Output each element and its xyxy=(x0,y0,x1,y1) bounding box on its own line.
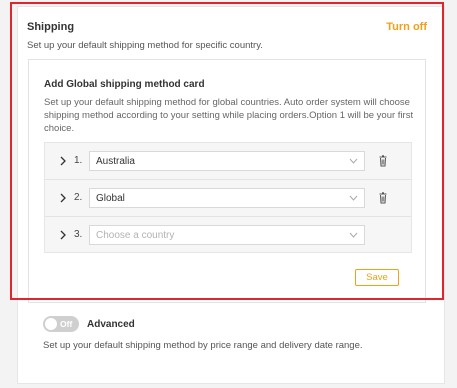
chevron-right-icon[interactable] xyxy=(58,229,68,241)
section-description: Set up your default shipping method for … xyxy=(27,40,263,51)
save-button[interactable]: Save xyxy=(355,269,399,286)
global-shipping-card: Add Global shipping method card Set up y… xyxy=(28,59,426,303)
row-number: 1. xyxy=(74,155,83,166)
toggle-knob xyxy=(45,318,57,330)
advanced-toggle[interactable]: Off xyxy=(43,316,79,332)
chevron-down-icon xyxy=(349,195,358,201)
trash-icon[interactable] xyxy=(378,192,388,204)
shipping-row: 3. Choose a country xyxy=(45,217,411,254)
section-title: Shipping xyxy=(27,21,75,33)
country-select-placeholder: Choose a country xyxy=(96,230,175,241)
chevron-down-icon xyxy=(349,232,358,238)
country-select-value: Australia xyxy=(96,156,135,167)
turn-off-link[interactable]: Turn off xyxy=(386,21,427,33)
advanced-description: Set up your default shipping method by p… xyxy=(43,340,363,351)
advanced-label: Advanced xyxy=(87,319,135,330)
country-select-value: Global xyxy=(96,193,125,204)
chevron-right-icon[interactable] xyxy=(58,155,68,167)
toggle-label: Off xyxy=(60,319,73,329)
row-number: 3. xyxy=(74,229,83,240)
country-select[interactable]: Global xyxy=(89,188,365,208)
shipping-row: 1. Australia xyxy=(45,143,411,180)
card-title: Add Global shipping method card xyxy=(44,79,205,90)
shipping-rows: 1. Australia 2. Global 3. Choose a count… xyxy=(44,142,412,253)
shipping-row: 2. Global xyxy=(45,180,411,217)
chevron-down-icon xyxy=(349,158,358,164)
trash-icon[interactable] xyxy=(378,155,388,167)
country-select[interactable]: Australia xyxy=(89,151,365,171)
row-number: 2. xyxy=(74,192,83,203)
card-description: Set up your default shipping method for … xyxy=(44,97,414,134)
country-select[interactable]: Choose a country xyxy=(89,225,365,245)
chevron-right-icon[interactable] xyxy=(58,192,68,204)
